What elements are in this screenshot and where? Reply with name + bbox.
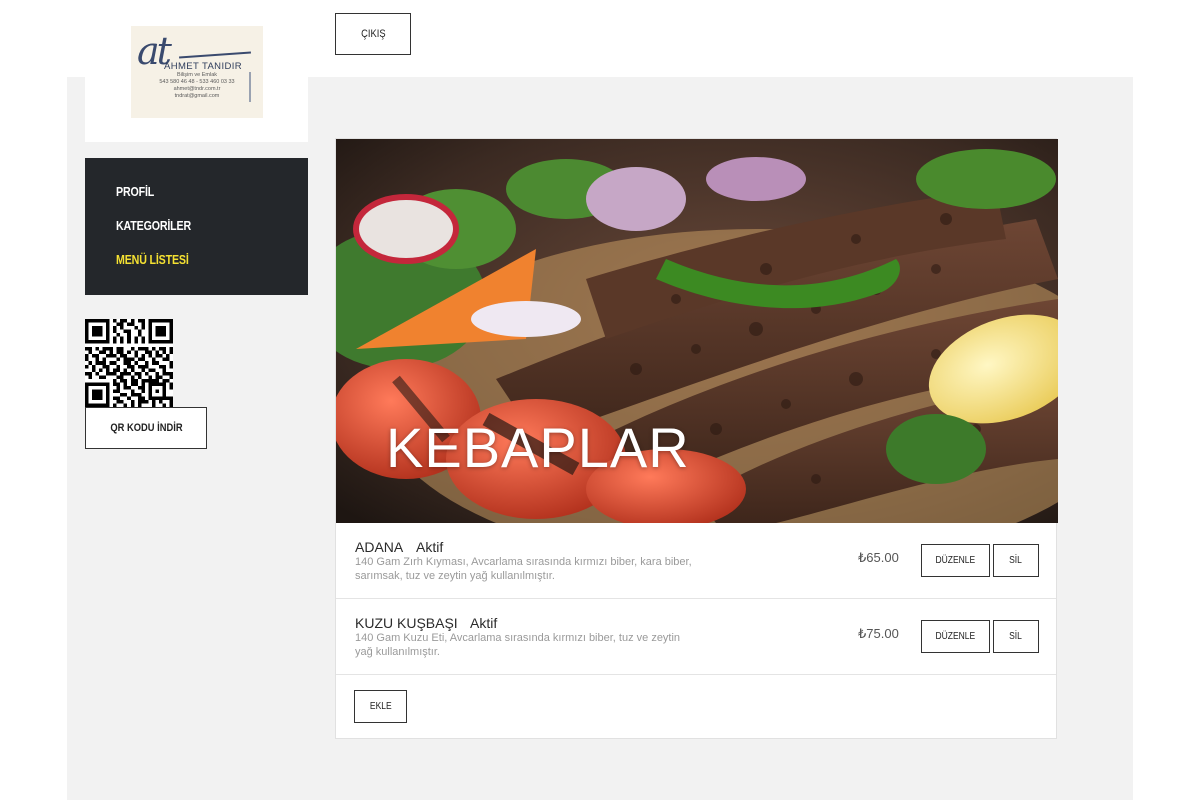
edit-label: DÜZENLE [935, 555, 976, 566]
logo-email-1: ahmet@tndr.com.tr [173, 86, 221, 92]
logo-subtitle: Bilişim ve Emlak [176, 72, 218, 78]
item-name: KUZU KUŞBAŞI [355, 615, 458, 631]
page: at AHMET TANIDIR Bilişim ve Emlak 543 58… [0, 0, 1200, 800]
logout-label: ÇIKIŞ [360, 28, 386, 40]
item-description: 140 Gam Zırh Kıyması, Avcarlama sırasınd… [355, 556, 692, 582]
add-item-button[interactable]: EKLE [354, 690, 407, 723]
item-price: ₺65.00 [858, 550, 899, 565]
add-label: EKLE [369, 701, 392, 712]
business-card-logo: at AHMET TANIDIR Bilişim ve Emlak 543 58… [131, 26, 263, 118]
logo-name: AHMET TANIDIR [164, 61, 243, 72]
sidebar-item-categories[interactable]: KATEGORİLER [116, 218, 273, 252]
delete-label: SİL [1009, 555, 1023, 566]
item-price: ₺75.00 [858, 626, 899, 641]
logo-phones: 543 580 46 48 - 533 460 03 33 [159, 79, 235, 85]
delete-label: SİL [1009, 631, 1023, 642]
item-status: Aktif [470, 615, 498, 631]
delete-button[interactable]: SİL [993, 620, 1039, 653]
menu-item-row: ADANA Aktif 140 Gam Zırh Kıyması, Avcarl… [336, 523, 1056, 599]
category-hero-image: KEBAPLAR [336, 139, 1058, 523]
sidebar-nav: PROFİL KATEGORİLER MENÜ LİSTESİ [85, 158, 308, 295]
qr-download-label: QR KODU İNDİR [109, 422, 183, 434]
edit-label: DÜZENLE [935, 631, 976, 642]
item-description: 140 Gam Kuzu Eti, Avcarlama sırasında kı… [355, 632, 681, 658]
category-card: KEBAPLAR ADANA Aktif 140 Gam Zırh Kıymas… [335, 138, 1058, 739]
qr-download-button[interactable]: QR KODU İNDİR [85, 407, 207, 449]
logo-stroke [179, 51, 251, 59]
logo-card: at AHMET TANIDIR Bilişim ve Emlak 543 58… [85, 14, 308, 142]
sidebar-item-profile[interactable]: PROFİL [116, 184, 273, 218]
item-name: ADANA [355, 539, 404, 555]
logout-button[interactable]: ÇIKIŞ [335, 13, 411, 55]
logo-accent-line [249, 72, 251, 102]
sidebar-item-menu-list[interactable]: MENÜ LİSTESİ [116, 252, 273, 286]
category-title: KEBAPLAR [386, 416, 690, 479]
item-status: Aktif [416, 539, 444, 555]
delete-button[interactable]: SİL [993, 544, 1039, 577]
edit-button[interactable]: DÜZENLE [921, 620, 990, 653]
logo-email-2: tndrat@gmail.com [174, 93, 220, 99]
edit-button[interactable]: DÜZENLE [921, 544, 990, 577]
menu-item-row: KUZU KUŞBAŞI Aktif 140 Gam Kuzu Eti, Avc… [336, 599, 1056, 675]
qr-code [85, 319, 173, 407]
